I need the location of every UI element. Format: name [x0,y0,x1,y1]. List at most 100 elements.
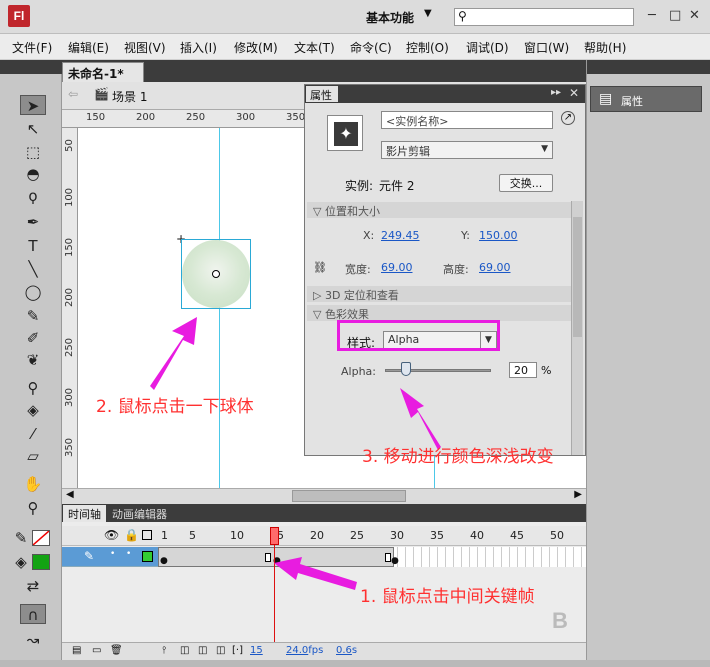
ruler-tick: 50 [63,139,75,152]
ruler-tick: 150 [64,237,76,258]
menu-debug[interactable]: 调试(D) [466,39,509,56]
y-value[interactable]: 150.00 [479,229,518,242]
tab-motion-editor[interactable]: 动画编辑器 [107,505,172,522]
delete-layer-icon[interactable]: 🗑 [110,645,123,656]
tab-timeline[interactable]: 时间轴 [63,505,106,522]
back-arrow-icon[interactable]: ⇦ [68,87,78,101]
oval-tool-icon[interactable]: ◯ [20,282,46,302]
layer-row[interactable]: ✎ • • [62,547,158,567]
scroll-right-icon[interactable]: ▶ [574,489,582,500]
watermark-logo: B [552,608,568,633]
section-color-effect[interactable]: ▽ 色彩效果 [307,305,575,321]
smooth-icon[interactable]: ↝ [20,630,46,650]
x-value[interactable]: 249.45 [381,229,420,242]
onion-outline-icon[interactable]: ◫ [198,645,207,656]
panel-collapse-icon[interactable]: ▸▸ [551,87,561,98]
visibility-dot[interactable]: • [110,549,115,559]
layer-color-swatch[interactable] [142,551,153,562]
help-icon[interactable]: ↗ [561,111,575,125]
lasso-tool-icon[interactable]: ϙ [20,186,46,206]
section-position-size[interactable]: ▽ 位置和大小 [307,202,575,218]
free-transform-tool-icon[interactable]: ⬚ [20,142,46,162]
menu-insert[interactable]: 插入(I) [180,39,217,56]
menu-commands[interactable]: 命令(C) [350,39,392,56]
playhead-handle[interactable] [270,527,279,545]
current-frame-value[interactable]: 15 [250,645,263,656]
section-3d[interactable]: ▷ 3D 定位和查看 [307,286,575,302]
chevron-down-icon[interactable]: ▼ [424,8,432,19]
lock-icon[interactable]: 🔒 [124,528,139,542]
menu-file[interactable]: 文件(F) [12,39,52,56]
menu-help[interactable]: 帮助(H) [584,39,626,56]
menu-modify[interactable]: 修改(M) [234,39,278,56]
maximize-button[interactable]: □ [669,8,681,23]
menu-edit[interactable]: 编辑(E) [68,39,109,56]
zoom-tool-icon[interactable]: ⚲ [20,498,46,518]
subselection-tool-icon[interactable]: ↖ [20,119,46,139]
eye-icon[interactable]: 👁 [104,528,119,542]
snap-magnet-icon[interactable]: ∩ [20,604,46,624]
symbol-type-dropdown[interactable]: 影片剪辑 ▼ [381,141,553,159]
brush-tool-icon[interactable]: ✐ [20,328,46,348]
height-value[interactable]: 69.00 [479,261,511,274]
onion-skin-icon[interactable]: ◫ [180,645,189,656]
properties-dock-button[interactable]: ▤ 属性 [590,86,702,112]
transform-point[interactable] [212,270,220,278]
paint-bucket-tool-icon[interactable]: ◈ [20,400,46,420]
width-value[interactable]: 69.00 [381,261,413,274]
stroke-color-icon[interactable]: ✎ [12,528,30,548]
properties-tile-label: 属性 [621,95,643,108]
deco-tool-icon[interactable]: ❦ [20,350,46,370]
pencil-tool-icon[interactable]: ✎ [20,306,46,326]
edit-multiple-icon[interactable]: ◫ [216,645,225,656]
menu-text[interactable]: 文本(T) [294,39,335,56]
link-constrain-icon[interactable]: ⛓ [313,261,327,274]
lock-dot[interactable]: • [126,549,131,559]
menu-control[interactable]: 控制(O) [406,39,449,56]
fill-color-icon[interactable]: ◈ [12,552,30,572]
instance-name-field[interactable]: <实例名称> [381,111,553,129]
line-tool-icon[interactable]: ╲ [20,259,46,279]
fps-readout[interactable]: 24.0fps [286,645,323,656]
stroke-swatch[interactable] [32,530,50,546]
menu-view[interactable]: 视图(V) [124,39,166,56]
center-frame-icon[interactable]: ⫯ [162,645,166,656]
scroll-thumb[interactable] [292,490,406,502]
outline-icon[interactable] [142,530,152,540]
properties-panel-tab[interactable]: 属性 [306,86,338,102]
onion-markers-icon[interactable]: [·] [232,645,243,656]
alpha-value-field[interactable]: 20 [509,362,537,378]
3d-rotation-tool-icon[interactable]: ◓ [20,164,46,184]
bone-tool-icon[interactable]: ⚲ [20,378,46,398]
eyedropper-tool-icon[interactable]: ⁄ [20,424,46,444]
search-input[interactable]: ⚲ [454,8,634,26]
minimize-button[interactable]: ─ [648,8,656,23]
scroll-left-icon[interactable]: ◀ [66,489,74,500]
alpha-slider-thumb[interactable] [401,362,412,376]
swap-colors-icon[interactable]: ⇄ [20,576,46,596]
hand-tool-icon[interactable]: ✋ [20,474,46,494]
new-layer-icon[interactable]: ▤ [72,645,81,656]
time-readout: 0.6s [336,645,357,656]
keyframe-start[interactable]: ● [160,556,168,566]
tween-span[interactable]: ● ● ● [158,547,399,567]
panel-scrollbar[interactable] [571,201,583,455]
fill-swatch[interactable] [32,554,50,570]
workspace-switcher[interactable]: 基本功能 [366,9,414,26]
frame-number: 45 [510,529,524,542]
new-folder-icon[interactable]: ▭ [92,645,101,656]
swap-button[interactable]: 交换... [499,174,553,192]
scene-label[interactable]: 场景 1 [112,88,147,105]
selection-tool-icon[interactable]: ➤ [20,95,46,115]
height-label: 高度: [443,263,469,276]
text-tool-icon[interactable]: T [20,236,46,256]
fps-value[interactable]: 24.0 [286,645,308,656]
menu-window[interactable]: 窗口(W) [524,39,569,56]
document-tab[interactable]: 未命名-1* × [62,62,144,96]
eraser-tool-icon[interactable]: ▱ [20,446,46,466]
close-button[interactable]: ✕ [689,8,700,23]
keyframe-end[interactable]: ● [391,556,399,566]
frame-end-marker [265,553,271,562]
pen-tool-icon[interactable]: ✒ [20,212,46,232]
panel-close-icon[interactable]: ✕ [569,86,579,100]
